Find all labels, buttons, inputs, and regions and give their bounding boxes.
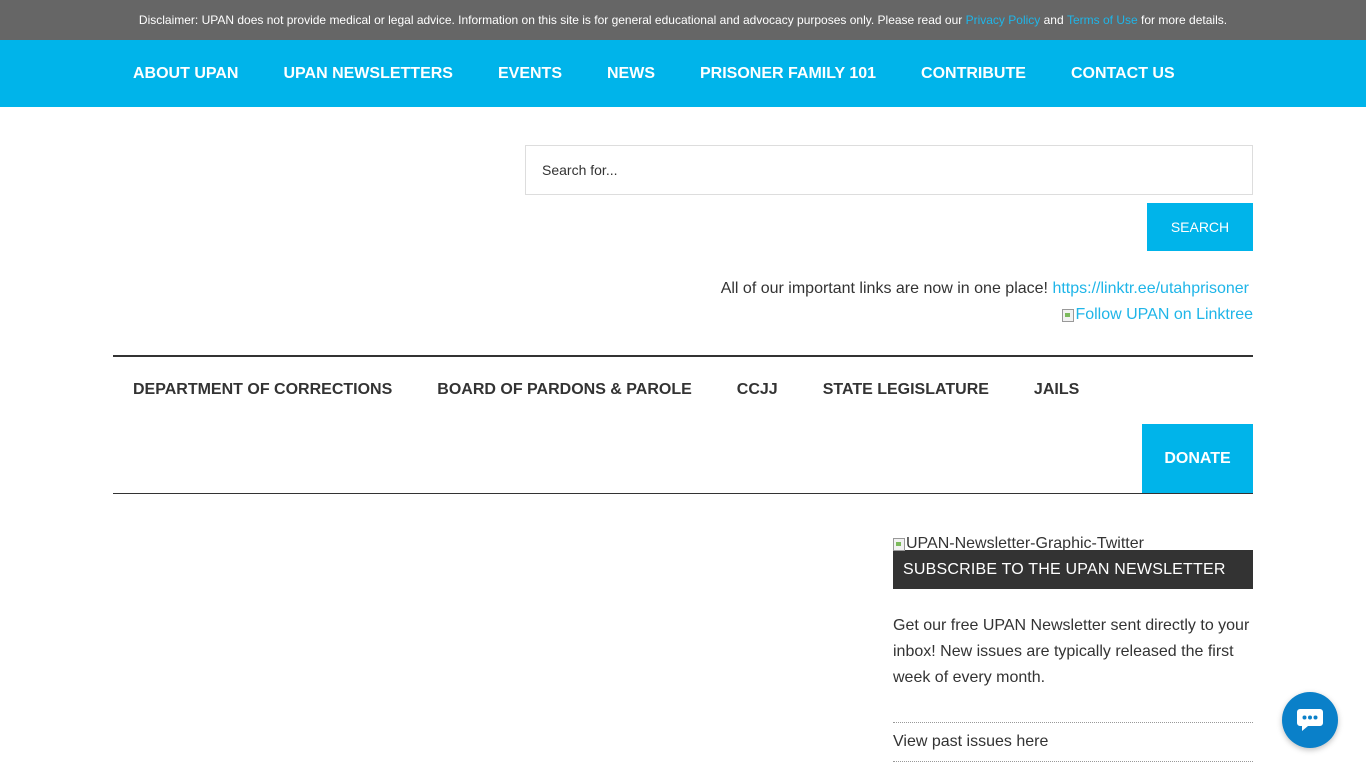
privacy-policy-link[interactable]: Privacy Policy [966, 13, 1041, 27]
disclaimer-text: Disclaimer: UPAN does not provide medica… [138, 13, 963, 27]
nav-prisoner-family-101[interactable]: PRISONER FAMILY 101 [700, 65, 876, 83]
nav-contribute[interactable]: CONTRIBUTE [921, 65, 1026, 83]
linktree-follow-image[interactable]: Follow UPAN on Linktree [1062, 306, 1253, 324]
nav-ccjj[interactable]: CCJJ [737, 381, 778, 399]
nav-events[interactable]: EVENTS [498, 65, 562, 83]
secondary-nav-row: DEPARTMENT OF CORRECTIONS BOARD OF PARDO… [133, 381, 1124, 399]
secondary-nav: DEPARTMENT OF CORRECTIONS BOARD OF PARDO… [113, 355, 1253, 494]
broken-image-icon [1062, 308, 1075, 322]
linktree-follow-alt: Follow UPAN on Linktree [1075, 306, 1253, 323]
newsletter-graphic-alt: UPAN-Newsletter-Graphic-Twitter [906, 535, 1144, 552]
terms-of-use-link[interactable]: Terms of Use [1067, 13, 1138, 27]
nav-news[interactable]: NEWS [607, 65, 655, 83]
newsletter-description: Get our free UPAN Newsletter sent direct… [893, 617, 1250, 686]
past-issues-link[interactable]: View past issues here [893, 722, 1253, 762]
chat-button[interactable] [1282, 692, 1338, 748]
disclaimer-bar: Disclaimer: UPAN does not provide medica… [0, 0, 1366, 40]
newsletter-sidebar: UPAN-Newsletter-Graphic-Twitter SUBSCRIB… [893, 534, 1253, 762]
nav-board-of-pardons-parole[interactable]: BOARD OF PARDONS & PAROLE [437, 381, 692, 399]
disclaimer-text-end: for more details. [1141, 13, 1228, 27]
linktree-line: All of our important links are now in on… [721, 280, 1249, 298]
broken-image-icon [893, 537, 905, 551]
disclaimer-and: and [1043, 13, 1064, 27]
linktree-intro: All of our important links are now in on… [720, 280, 1048, 297]
donate-button[interactable]: DONATE [1142, 424, 1253, 493]
nav-about-upan[interactable]: ABOUT UPAN [133, 65, 238, 83]
nav-jails[interactable]: JAILS [1034, 381, 1079, 399]
chat-bubble-icon [1297, 709, 1323, 731]
top-nav: ABOUT UPAN UPAN NEWSLETTERS EVENTS NEWS … [0, 40, 1366, 107]
nav-contact-us[interactable]: CONTACT US [1071, 65, 1175, 83]
nav-upan-newsletters[interactable]: UPAN NEWSLETTERS [283, 65, 452, 83]
subscribe-title: SUBSCRIBE TO THE UPAN NEWSLETTER [893, 550, 1253, 589]
search-button[interactable]: SEARCH [1147, 203, 1253, 251]
linktree-link[interactable]: https://linktr.ee/utahprisoner [1052, 280, 1249, 297]
nav-department-of-corrections[interactable]: DEPARTMENT OF CORRECTIONS [133, 381, 392, 399]
search-input[interactable] [525, 145, 1253, 195]
nav-state-legislature[interactable]: STATE LEGISLATURE [823, 381, 989, 399]
